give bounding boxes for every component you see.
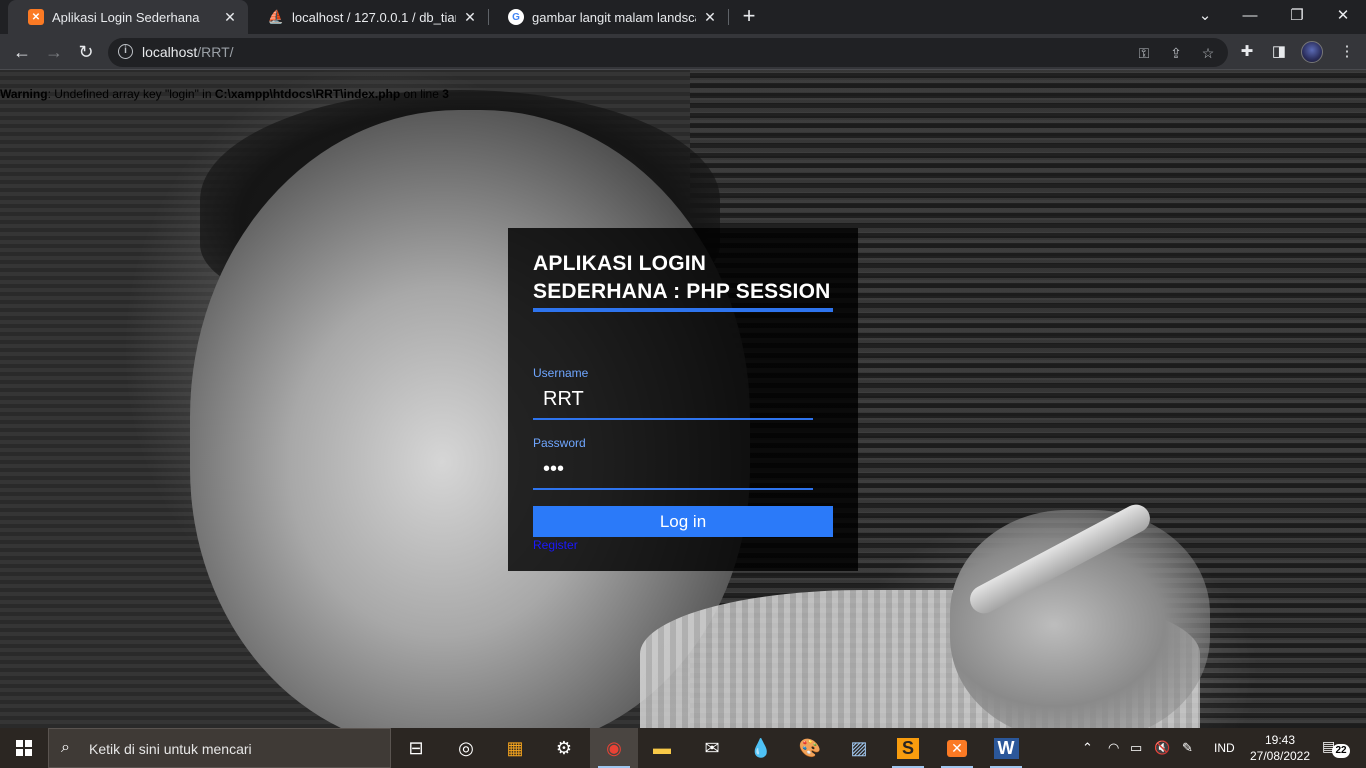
taskbar-clock[interactable]: 19:43 27/08/2022 (1240, 732, 1320, 764)
xampp-taskbar-icon[interactable]: ✕ (933, 728, 981, 768)
windows-logo-icon (16, 740, 32, 756)
word-icon[interactable]: W (982, 728, 1030, 768)
tab-title: Aplikasi Login Sederhana (52, 9, 200, 25)
warning-suffix: on line (400, 87, 443, 101)
bookmark-star-icon[interactable]: ☆ (1200, 45, 1216, 61)
paint-palette-icon[interactable]: 🎨 (786, 728, 834, 768)
login-button[interactable]: Log in (533, 506, 833, 537)
paint-drop-icon[interactable]: 💧 (737, 728, 785, 768)
restore-button[interactable]: ❐ (1285, 4, 1309, 28)
google-icon: G (508, 9, 524, 25)
back-button[interactable]: ← (9, 39, 35, 65)
new-tab-button[interactable]: + (738, 5, 760, 27)
input-language[interactable]: IND (1214, 728, 1235, 768)
password-input[interactable] (533, 450, 813, 490)
close-icon[interactable]: ✕ (222, 9, 238, 26)
warning-text: : Undefined array key "login" in (47, 87, 215, 101)
tab-title: gambar langit malam landscape (532, 9, 696, 25)
username-input[interactable] (533, 380, 813, 420)
browser-toolbar: ← → ↻ i localhost/RRT/ ⚿ ⇪ ☆ ✚ ◨ ⋮ (0, 34, 1366, 70)
close-icon[interactable]: ✕ (462, 9, 478, 26)
url-text[interactable]: localhost/RRT/ (142, 44, 234, 60)
warning-line: 3 (442, 87, 449, 101)
extensions-puzzle-icon[interactable]: ✚ (1238, 43, 1256, 61)
password-label: Password (533, 436, 586, 450)
side-panel-icon[interactable]: ◨ (1270, 43, 1288, 61)
url-host: localhost (142, 44, 198, 60)
profile-avatar[interactable] (1301, 41, 1323, 63)
address-bar[interactable]: i localhost/RRT/ ⚿ ⇪ ☆ (108, 38, 1228, 67)
battery-icon[interactable]: ▭ (1130, 728, 1142, 768)
settings-gear-icon[interactable]: ⚙ (540, 728, 588, 768)
url-path: /RRT/ (197, 44, 234, 60)
username-label: Username (533, 366, 589, 380)
chrome-icon[interactable]: ◉ (590, 728, 638, 768)
notification-center-button[interactable]: ▤ 22 (1322, 738, 1350, 758)
phpmyadmin-icon: ⛵ (267, 9, 285, 24)
task-view-icon[interactable]: ⊟ (392, 728, 440, 768)
wifi-icon[interactable]: ◠ (1108, 728, 1119, 768)
file-explorer-icon[interactable]: ▬ (638, 728, 686, 768)
forward-button[interactable]: → (41, 39, 67, 65)
microsoft-store-icon[interactable]: ▦ (491, 728, 539, 768)
tab-separator (728, 9, 729, 25)
sublime-text-icon[interactable]: S (884, 728, 932, 768)
windows-taskbar: ⌕ Ketik di sini untuk mencari ⊟ ◎ ▦ ⚙ ◉ … (0, 728, 1366, 768)
browser-tab-strip: ✕ Aplikasi Login Sederhana ✕ ⛵ localhost… (0, 0, 1366, 34)
taskbar-search-box[interactable]: ⌕ Ketik di sini untuk mencari (48, 728, 391, 768)
minimize-button[interactable]: — (1238, 4, 1262, 28)
login-panel: APLIKASI LOGIN SEDERHANA : PHP SESSION U… (508, 228, 858, 571)
clock-date: 27/08/2022 (1249, 749, 1311, 763)
warning-path: C:\xampp\htdocs\RRT\index.php (214, 87, 401, 101)
xampp-icon: ✕ (28, 9, 44, 25)
speaker-muted-icon[interactable]: 🔇 (1154, 728, 1170, 768)
search-placeholder: Ketik di sini untuk mencari (89, 741, 252, 757)
login-title: APLIKASI LOGIN SEDERHANA : PHP SESSION (533, 250, 833, 312)
search-icon: ⌕ (61, 739, 70, 756)
clock-time: 19:43 (1264, 733, 1296, 747)
key-icon[interactable]: ⚿ (1136, 45, 1152, 61)
site-info-icon[interactable]: i (118, 44, 133, 59)
close-icon[interactable]: ✕ (702, 9, 718, 26)
register-link[interactable]: Register (533, 538, 578, 552)
show-hidden-icons-chevron-icon[interactable]: ⌃ (1082, 728, 1093, 768)
menu-kebab-icon[interactable]: ⋮ (1338, 43, 1356, 61)
tab-aplikasi-login[interactable]: ✕ Aplikasi Login Sederhana ✕ (8, 0, 248, 34)
photos-icon[interactable]: ▨ (835, 728, 883, 768)
page-viewport: Warning: Undefined array key "login" in … (0, 70, 1366, 728)
mail-icon[interactable]: ✉ (688, 728, 736, 768)
close-window-button[interactable]: ✕ (1331, 4, 1355, 28)
start-button[interactable] (0, 728, 48, 768)
notification-count-badge: 22 (1332, 744, 1350, 758)
reload-button[interactable]: ↻ (73, 39, 99, 65)
tab-phpmyadmin[interactable]: ⛵ localhost / 127.0.0.1 / db_tian / u ✕ (248, 0, 488, 34)
php-warning: Warning: Undefined array key "login" in … (0, 87, 449, 101)
cortana-icon[interactable]: ◎ (442, 728, 490, 768)
share-icon[interactable]: ⇪ (1168, 45, 1184, 61)
warning-prefix: Warning (0, 87, 48, 101)
tab-title: localhost / 127.0.0.1 / db_tian / u (292, 9, 456, 25)
tab-google-search[interactable]: G gambar langit malam landscape ✕ (488, 0, 728, 34)
pen-icon[interactable]: ✎ (1182, 728, 1193, 768)
tab-search-chevron-icon[interactable]: ⌄ (1193, 4, 1217, 28)
